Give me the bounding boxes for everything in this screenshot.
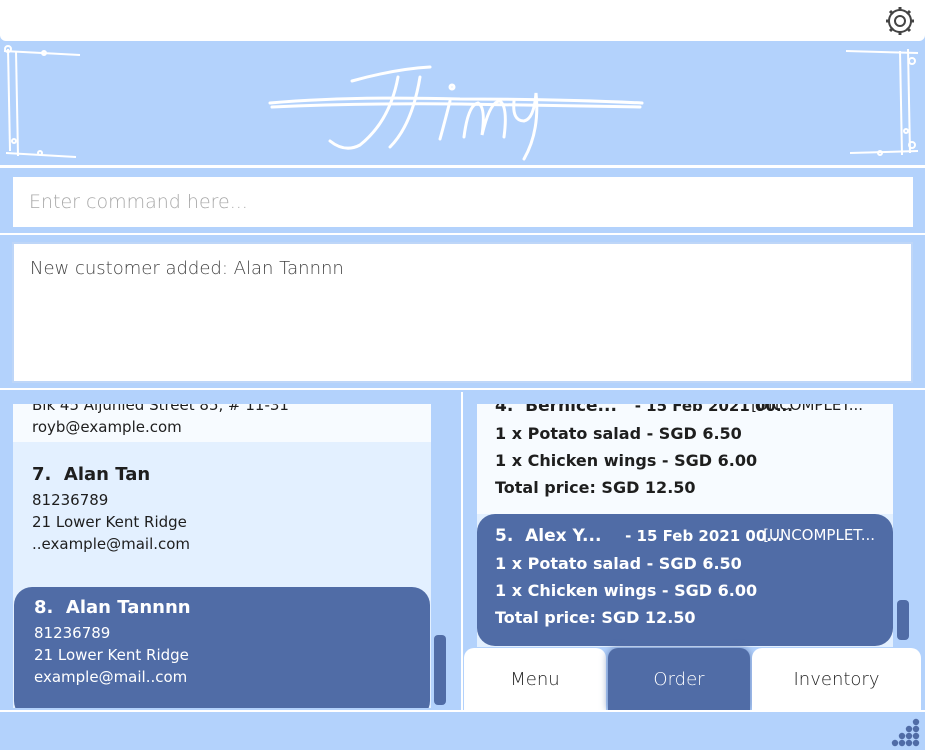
customer-name: Alan Tannnn — [65, 597, 191, 618]
customer-index: 7. — [32, 464, 52, 485]
customer-email: royb@example.com — [32, 418, 182, 436]
banner-decoration — [3, 45, 919, 161]
gear-icon[interactable] — [885, 6, 915, 36]
order-customer-name: Alex Y... — [525, 526, 602, 546]
result-display-wrapper: New customer added: Alan Tannnn — [0, 233, 925, 390]
order-index: 4. — [495, 404, 514, 416]
order-header: 5. Alex Y... - 15 Feb 2021 00... [UNCOMP… — [495, 526, 875, 546]
order-list[interactable]: 4. Bernice... - 15 Feb 2021 00... [UNCOM… — [477, 404, 893, 647]
banner — [0, 41, 925, 169]
result-message: New customer added: Alan Tannnn — [30, 258, 344, 279]
panel-divider — [461, 392, 463, 710]
customer-email: ..example@mail.com — [32, 535, 191, 553]
status-bar — [0, 710, 925, 750]
resize-grip-icon[interactable] — [891, 717, 921, 747]
tab-bar: Menu Order Inventory — [464, 648, 923, 710]
tab-inventory[interactable]: Inventory — [752, 648, 921, 710]
customer-address: 21 Lower Kent Ridge — [32, 513, 187, 531]
command-box — [0, 168, 925, 233]
order-card[interactable]: 4. Bernice... - 15 Feb 2021 00... [UNCOM… — [477, 404, 893, 514]
order-item: 1 x Chicken wings - SGD 6.00 — [495, 581, 758, 600]
customer-address: Blk 45 Aljunied Street 85, # 11-31 — [32, 404, 289, 414]
order-customer-name: Bernice... — [525, 404, 617, 416]
tab-menu[interactable]: Menu — [464, 648, 606, 710]
customer-phone: 81236789 — [34, 624, 111, 642]
customer-list-scrollbar[interactable] — [434, 635, 446, 705]
order-total: Total price: SGD 12.50 — [495, 478, 696, 497]
order-card-selected[interactable]: 5. Alex Y... - 15 Feb 2021 00... [UNCOMP… — [477, 514, 893, 646]
order-index: 5. — [495, 526, 514, 546]
order-date: - 15 Feb 2021 00... — [625, 527, 784, 545]
customer-address: 21 Lower Kent Ridge — [34, 646, 189, 664]
order-item: 1 x Chicken wings - SGD 6.00 — [495, 451, 758, 470]
customer-phone: 81236789 — [32, 491, 109, 509]
order-item: 1 x Potato salad - SGD 6.50 — [495, 554, 742, 573]
customer-card[interactable]: 7. Alan Tan 81236789 21 Lower Kent Ridge… — [13, 454, 431, 586]
order-total: Total price: SGD 12.50 — [495, 608, 696, 627]
customer-title: 8. Alan Tannnn — [34, 597, 410, 618]
order-header: 4. Bernice... - 15 Feb 2021 00... [UNCOM… — [495, 404, 875, 416]
customer-card-selected[interactable]: 8. Alan Tannnn 81236789 21 Lower Kent Ri… — [14, 587, 430, 708]
list-panels: Blk 45 Aljunied Street 85, # 11-31 royb@… — [0, 392, 925, 710]
order-list-scrollbar[interactable] — [897, 600, 909, 640]
tab-order[interactable]: Order — [608, 648, 750, 710]
result-display: New customer added: Alan Tannnn — [12, 242, 913, 383]
order-status: [UNCOMPLET... — [751, 404, 863, 414]
order-status: [UNCOMPLET... — [763, 526, 875, 544]
customer-name: Alan Tan — [63, 464, 151, 485]
top-bar — [0, 0, 925, 41]
customer-list[interactable]: Blk 45 Aljunied Street 85, # 11-31 royb@… — [13, 404, 431, 708]
customer-email: example@mail..com — [34, 668, 188, 686]
customer-index: 8. — [34, 597, 54, 618]
customer-title: 7. Alan Tan — [32, 464, 412, 485]
customer-card[interactable]: Blk 45 Aljunied Street 85, # 11-31 royb@… — [13, 404, 431, 442]
command-input[interactable] — [13, 177, 913, 227]
order-item: 1 x Potato salad - SGD 6.50 — [495, 424, 742, 443]
